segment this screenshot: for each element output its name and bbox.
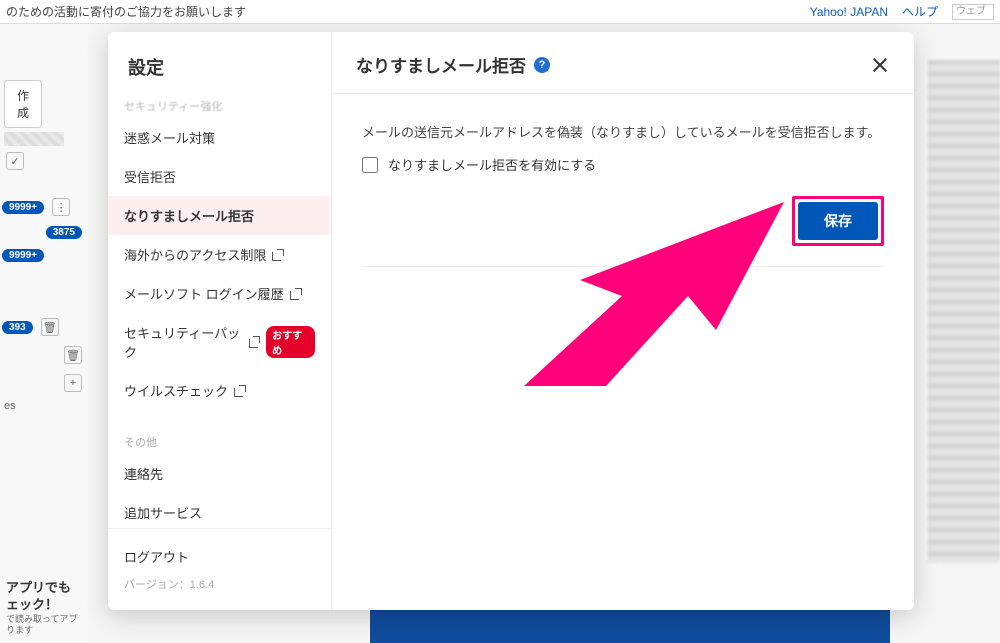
nav-item-label: 追加サービス xyxy=(124,503,202,522)
nav-item-label: 海外からのアクセス制限 xyxy=(124,245,266,264)
close-icon[interactable] xyxy=(870,55,890,75)
unread-badge: 9999+ xyxy=(2,201,44,214)
checkbox-label: なりすましメール拒否を有効にする xyxy=(388,155,596,174)
trash-icon[interactable]: 🗑 xyxy=(64,346,82,364)
nav-item-label: なりすましメール拒否 xyxy=(124,206,254,225)
content-title: なりすましメール拒否 xyxy=(356,52,526,77)
external-link-icon xyxy=(234,385,246,397)
nav-item-label: セキュリティーパック xyxy=(124,323,243,361)
enable-spoofing-block-row[interactable]: なりすましメール拒否を有効にする xyxy=(362,155,884,174)
nav-item-label: ウイルスチェック xyxy=(124,381,228,400)
external-link-icon xyxy=(290,288,302,300)
nav-item-label: 受信拒否 xyxy=(124,167,176,186)
nav-item-additional-services[interactable]: 追加サービス xyxy=(108,493,331,528)
unread-badge: 9999+ xyxy=(2,249,44,262)
settings-title: 設定 xyxy=(108,32,331,92)
recommend-badge: おすすめ xyxy=(266,326,315,358)
section-label-other: その他 xyxy=(108,428,331,454)
version-text: バージョン：1.6.4 xyxy=(124,570,315,592)
enable-spoofing-checkbox[interactable] xyxy=(362,157,378,173)
web-search-input[interactable]: ウェブ検 xyxy=(952,4,994,20)
promo-subline: で読み取ってアプ xyxy=(6,614,94,626)
nav-item-login-history[interactable]: メールソフト ログイン履歴 xyxy=(108,274,331,313)
promo-line: ェック！ xyxy=(6,597,94,614)
promo-line: アプリでも xyxy=(6,580,94,597)
yahoo-japan-link[interactable]: Yahoo! JAPAN xyxy=(810,5,888,19)
nav-item-block[interactable]: 受信拒否 xyxy=(108,157,331,196)
promo-subline: ります xyxy=(6,625,94,637)
mail-sidebar-bg: 作成 ✓ 9999+ ⋮ 3875 9999+ 393 🗑 🗑 + es xyxy=(0,24,88,643)
nav-item-spam[interactable]: 迷惑メール対策 xyxy=(108,118,331,157)
trash-icon[interactable]: 🗑 xyxy=(41,318,59,336)
nav-item-overseas[interactable]: 海外からのアクセス制限 xyxy=(108,235,331,274)
nav-item-label: 連絡先 xyxy=(124,464,163,483)
logout-button[interactable]: ログアウト xyxy=(124,543,315,570)
help-link[interactable]: ヘルプ xyxy=(902,3,938,20)
checkbox-row: ✓ xyxy=(0,150,88,172)
donation-notice: のための活動に寄付のご協力をお願いします xyxy=(6,3,246,20)
settings-modal: 設定 セキュリティー強化 迷惑メール対策 受信拒否 なりすましメール拒否 海外か… xyxy=(108,32,914,610)
external-link-icon xyxy=(272,249,284,261)
compose-button[interactable]: 作成 xyxy=(4,80,42,128)
page-top-bar: のための活動に寄付のご協力をお願いします Yahoo! JAPAN ヘルプ ウェ… xyxy=(0,0,1000,24)
right-pixelated-area xyxy=(928,60,1000,563)
unread-badge: 3875 xyxy=(46,226,82,239)
nav-item-label: 迷惑メール対策 xyxy=(124,128,215,147)
nav-item-spoofing[interactable]: なりすましメール拒否 xyxy=(108,196,331,235)
section-label-security: セキュリティー強化 xyxy=(108,92,331,118)
nav-item-contacts[interactable]: 連絡先 xyxy=(108,454,331,493)
app-promo: アプリでも ェック！ で読み取ってアプ ります xyxy=(0,574,100,643)
settings-nav: 設定 セキュリティー強化 迷惑メール対策 受信拒否 なりすましメール拒否 海外か… xyxy=(108,32,332,610)
unread-badge: 393 xyxy=(2,321,33,334)
external-link-icon xyxy=(249,336,260,348)
help-icon[interactable]: ? xyxy=(534,57,550,73)
settings-content: なりすましメール拒否 ? メールの送信元メールアドレスを偽装（なりすまし）してい… xyxy=(332,32,914,610)
pixelated-area xyxy=(4,132,64,146)
add-icon[interactable]: + xyxy=(64,374,82,392)
nav-item-virus-check[interactable]: ウイルスチェック xyxy=(108,371,331,410)
label-es: es xyxy=(0,400,88,412)
more-icon[interactable]: ⋮ xyxy=(52,198,70,216)
nav-item-security-pack[interactable]: セキュリティーパック おすすめ xyxy=(108,313,331,371)
save-highlight-annotation: 保存 xyxy=(792,196,884,246)
save-button[interactable]: 保存 xyxy=(798,202,878,240)
nav-item-label: メールソフト ログイン履歴 xyxy=(124,284,284,303)
content-description: メールの送信元メールアドレスを偽装（なりすまし）しているメールを受信拒否します。 xyxy=(362,122,884,141)
